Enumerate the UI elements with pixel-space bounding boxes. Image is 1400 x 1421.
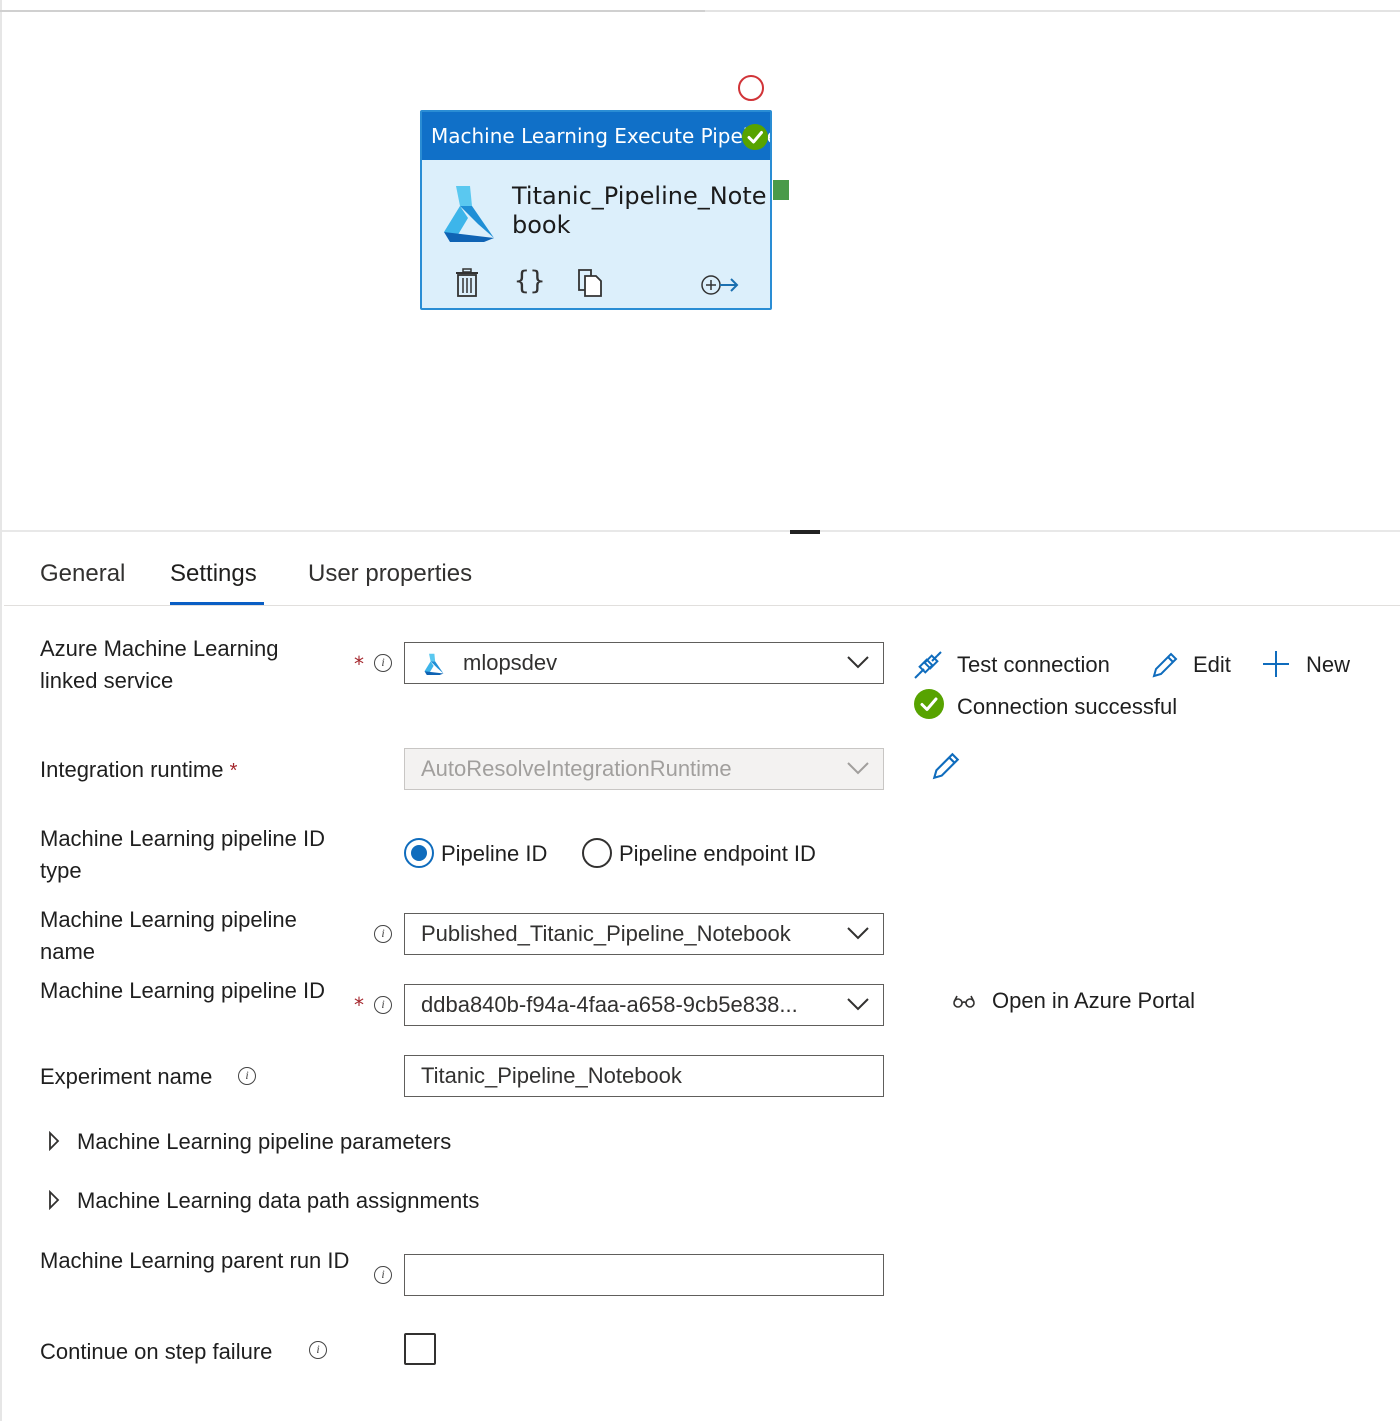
edit-button[interactable]: Edit	[1193, 652, 1231, 678]
delete-icon[interactable]	[454, 268, 480, 302]
edit-runtime-icon[interactable]	[930, 750, 962, 786]
new-button[interactable]: New	[1306, 652, 1350, 678]
experiment-name-label: Experiment name	[40, 1064, 213, 1089]
success-output-port[interactable]	[773, 180, 789, 200]
glasses-icon[interactable]	[952, 992, 976, 1014]
tab-divider	[4, 605, 1400, 606]
add-output-icon[interactable]	[700, 272, 740, 302]
pipeline-id-label: Machine Learning pipeline ID	[40, 978, 325, 1003]
canvas-scroll-indicator	[0, 10, 705, 12]
radio-pipeline-endpoint-id-label[interactable]: Pipeline endpoint ID	[619, 841, 816, 867]
pipeline-name-value: Published_Titanic_Pipeline_Notebook	[421, 921, 791, 946]
tab-settings[interactable]: Settings	[170, 560, 257, 588]
radio-pipeline-endpoint-id[interactable]	[582, 838, 612, 868]
connection-status: Connection successful	[957, 694, 1178, 719]
pipeline-parameters-section[interactable]: Machine Learning pipeline parameters	[77, 1129, 451, 1155]
activity-status-icon	[738, 75, 764, 101]
info-icon[interactable]: i	[374, 1266, 392, 1284]
integration-runtime-select: AutoResolveIntegrationRuntime	[404, 748, 884, 790]
pipeline-id-type-label: Machine Learning pipeline ID type	[40, 826, 325, 883]
success-check-icon	[914, 689, 944, 723]
plus-icon[interactable]	[1262, 650, 1290, 682]
code-icon[interactable]: {}	[514, 266, 545, 296]
pipeline-id-select[interactable]: ddba840b-f94a-4faa-a658-9cb5e838...	[404, 984, 884, 1026]
validation-check-icon	[742, 124, 768, 150]
chevron-down-icon	[847, 927, 869, 940]
chevron-down-icon	[847, 656, 869, 669]
info-icon[interactable]: i	[374, 996, 392, 1014]
canvas-border	[0, 0, 2, 1421]
chevron-down-icon	[847, 998, 869, 1011]
pipeline-name-label: Machine Learning pipeline name	[40, 907, 297, 964]
panel-splitter	[2, 530, 1400, 532]
integration-runtime-value: AutoResolveIntegrationRuntime	[421, 756, 732, 781]
activity-node[interactable]: Machine Learning Execute Pipeline Titani…	[420, 110, 772, 310]
tab-general[interactable]: General	[40, 560, 125, 588]
info-icon[interactable]: i	[374, 925, 392, 943]
activity-header: Machine Learning Execute Pipeline	[422, 112, 770, 160]
test-connection-icon[interactable]	[913, 650, 943, 684]
required-marker: *	[354, 993, 364, 1017]
panel-resize-handle[interactable]	[790, 530, 820, 534]
activity-name: Titanic_Pipeline_Notebook	[512, 182, 767, 239]
experiment-name-input[interactable]: Titanic_Pipeline_Notebook	[404, 1055, 884, 1097]
pipeline-name-select[interactable]: Published_Titanic_Pipeline_Notebook	[404, 913, 884, 955]
linked-service-label: Azure Machine Learning linked service	[40, 636, 279, 693]
clone-icon[interactable]	[576, 268, 604, 302]
info-icon[interactable]: i	[374, 654, 392, 672]
expand-caret-icon[interactable]	[48, 1189, 60, 1214]
pipeline-id-value: ddba840b-f94a-4faa-a658-9cb5e838...	[421, 992, 798, 1017]
azure-ml-small-icon	[424, 653, 444, 675]
parent-run-id-input[interactable]	[404, 1254, 884, 1296]
info-icon[interactable]: i	[238, 1067, 256, 1085]
continue-on-failure-checkbox[interactable]	[404, 1333, 436, 1365]
parent-run-id-label: Machine Learning parent run ID	[40, 1248, 350, 1273]
data-path-assignments-section[interactable]: Machine Learning data path assignments	[77, 1188, 479, 1214]
azure-ml-icon	[444, 186, 494, 242]
radio-pipeline-id[interactable]	[404, 838, 434, 868]
linked-service-select[interactable]: mlopsdev	[404, 642, 884, 684]
required-marker: *	[354, 652, 364, 676]
open-in-azure-portal-link[interactable]: Open in Azure Portal	[992, 988, 1195, 1014]
continue-on-failure-label: Continue on step failure	[40, 1339, 273, 1364]
tab-user-properties[interactable]: User properties	[308, 560, 472, 588]
edit-icon[interactable]	[1150, 650, 1180, 684]
test-connection-button[interactable]: Test connection	[957, 652, 1110, 678]
linked-service-value: mlopsdev	[463, 650, 558, 675]
info-icon[interactable]: i	[309, 1341, 327, 1359]
expand-caret-icon[interactable]	[48, 1130, 60, 1155]
integration-runtime-label: Integration runtime *	[40, 757, 238, 782]
radio-pipeline-id-label[interactable]: Pipeline ID	[441, 841, 547, 867]
chevron-down-icon	[847, 762, 869, 775]
